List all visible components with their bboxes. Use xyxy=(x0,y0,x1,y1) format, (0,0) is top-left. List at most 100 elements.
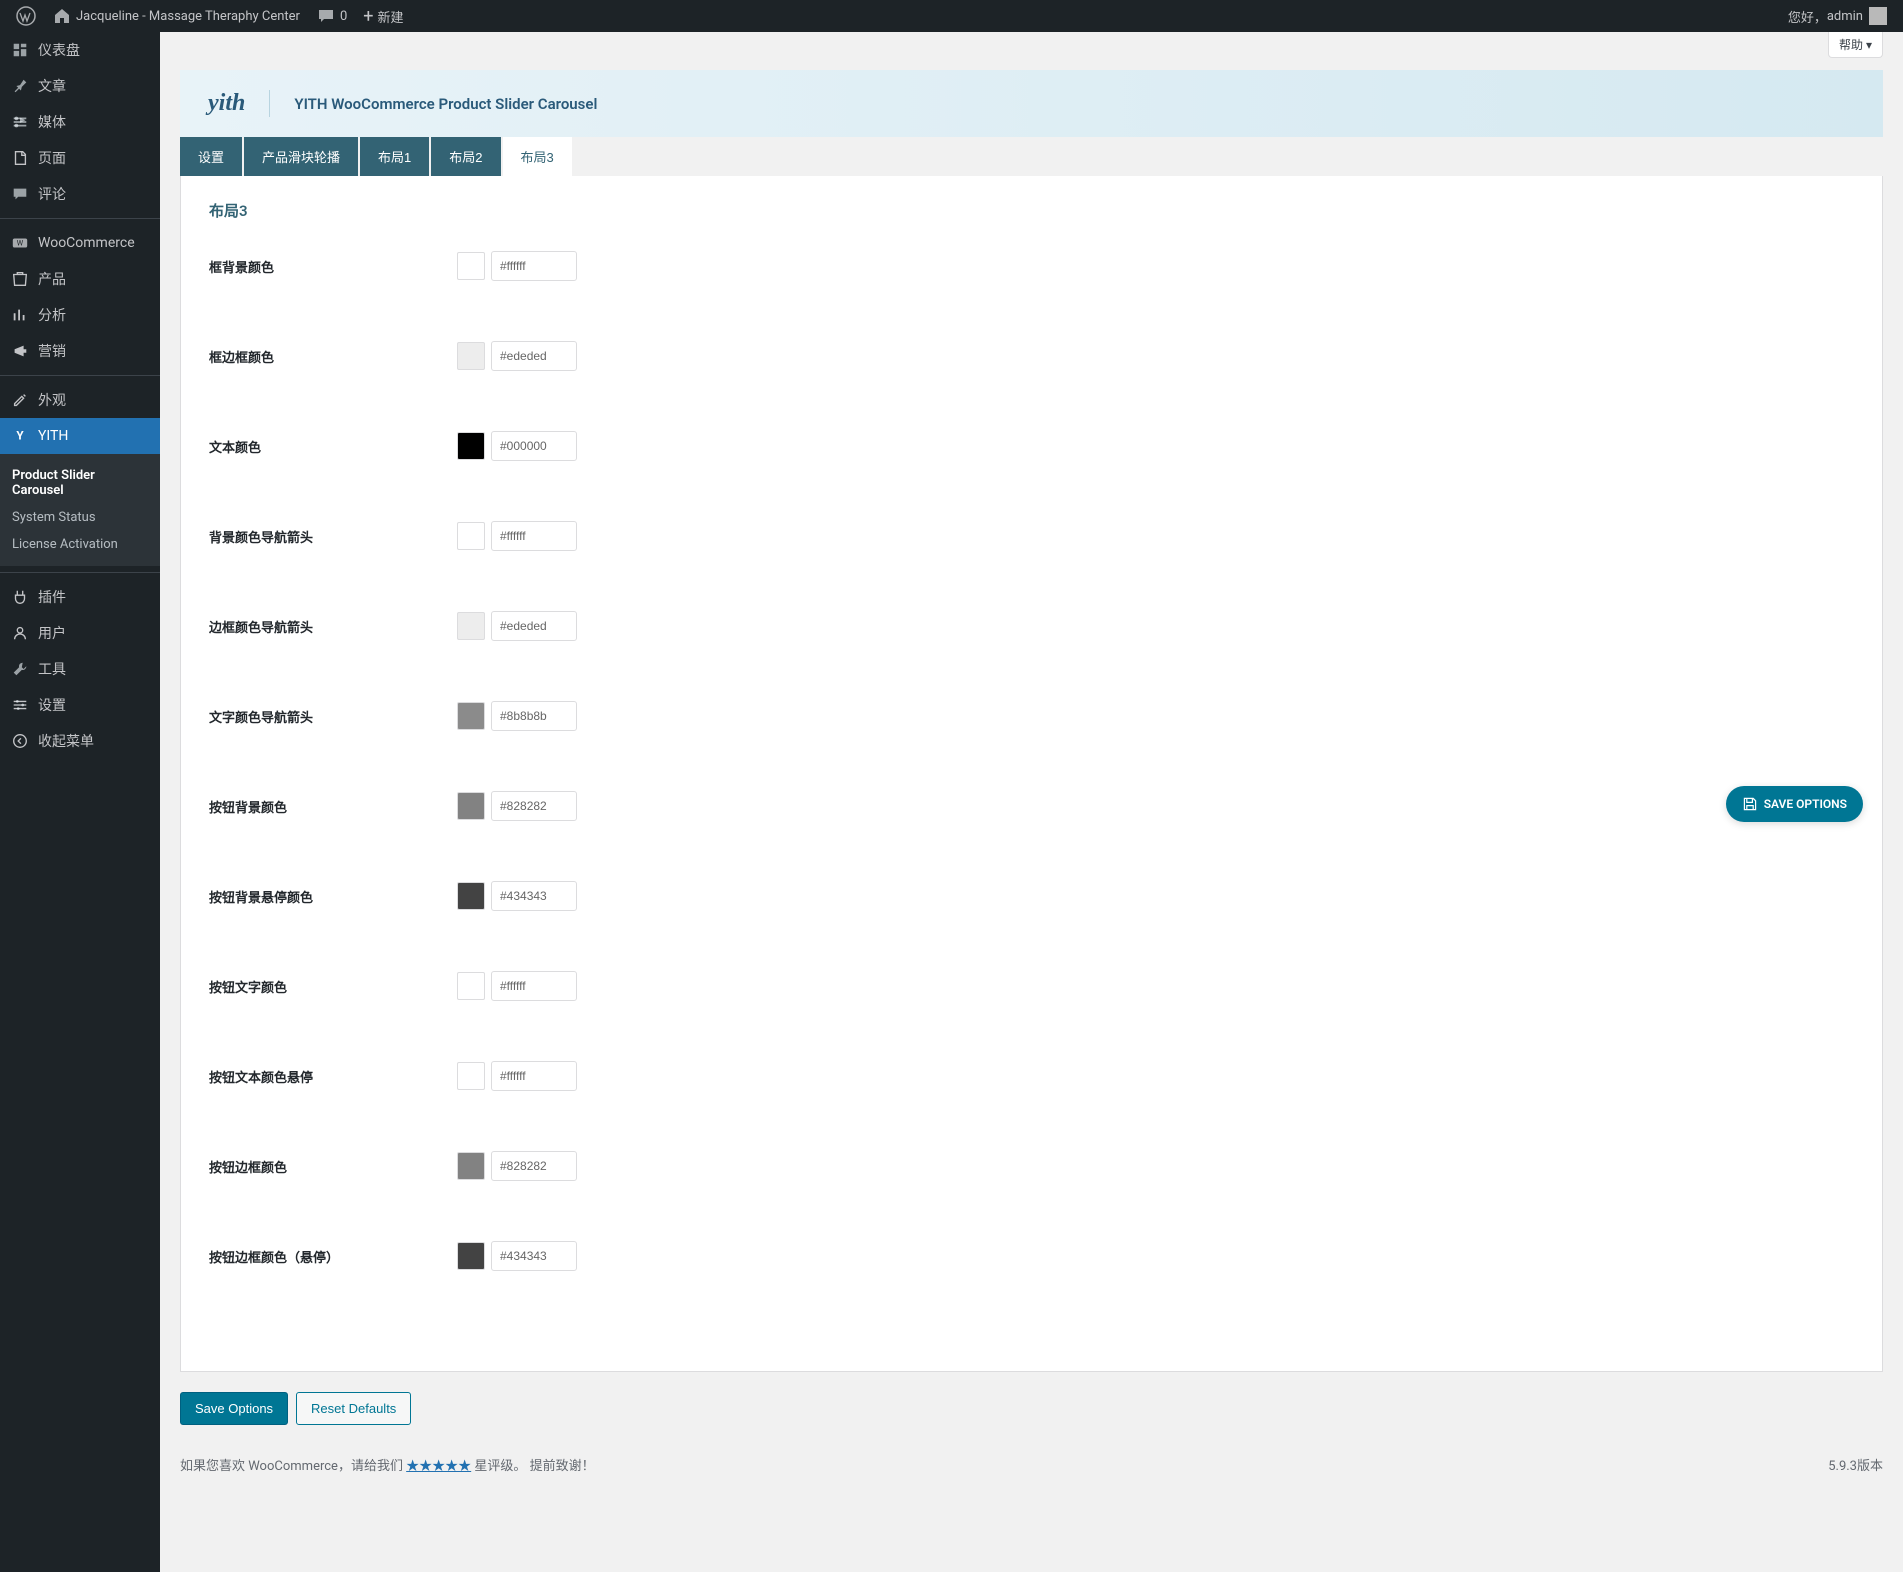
plugin-title: YITH WooCommerce Product Slider Carousel xyxy=(294,95,597,113)
color-swatch[interactable] xyxy=(457,702,485,730)
sidebar-item-media[interactable]: 媒体 xyxy=(0,104,160,140)
submenu-item[interactable]: Product Slider Carousel xyxy=(0,462,160,504)
field-row: 按钮边框颜色 xyxy=(209,1151,1854,1181)
tab-布局1[interactable]: 布局1 xyxy=(360,137,429,176)
rating-link[interactable]: ★★★★★ xyxy=(406,1459,471,1474)
sidebar-item-analytics[interactable]: 分析 xyxy=(0,297,160,333)
color-input[interactable] xyxy=(491,611,577,641)
color-input[interactable] xyxy=(491,251,577,281)
sidebar-item-label: 收起菜单 xyxy=(38,731,94,751)
color-swatch[interactable] xyxy=(457,252,485,280)
sidebar-item-label: WooCommerce xyxy=(38,235,135,251)
users-icon xyxy=(10,623,30,643)
sidebar-item-label: 用户 xyxy=(38,623,66,643)
color-swatch[interactable] xyxy=(457,882,485,910)
field-row: 文本颜色 xyxy=(209,431,1854,461)
dashboard-icon xyxy=(10,40,30,60)
field-label: 文本颜色 xyxy=(209,437,457,456)
field-row: 框背景颜色 xyxy=(209,251,1854,281)
home-icon xyxy=(52,6,72,26)
save-float-button[interactable]: SAVE OPTIONS xyxy=(1726,786,1863,822)
color-swatch[interactable] xyxy=(457,1242,485,1270)
field-label: 边框颜色导航箭头 xyxy=(209,617,457,636)
sidebar-item-page[interactable]: 页面 xyxy=(0,140,160,176)
submenu-item[interactable]: System Status xyxy=(0,504,160,531)
sidebar-item-label: 分析 xyxy=(38,305,66,325)
tab-设置[interactable]: 设置 xyxy=(180,137,242,176)
new-label: 新建 xyxy=(378,7,404,26)
sidebar-submenu: Product Slider CarouselSystem StatusLice… xyxy=(0,454,160,566)
sidebar-item-label: 评论 xyxy=(38,184,66,204)
footer: 如果您喜欢 WooCommerce，请给我们 ★★★★★ 星评级。 提前致谢！ … xyxy=(180,1455,1883,1474)
site-link[interactable]: Jacqueline - Massage Theraphy Center xyxy=(44,0,308,32)
color-input[interactable] xyxy=(491,431,577,461)
color-swatch[interactable] xyxy=(457,612,485,640)
yith-icon: Y xyxy=(10,426,30,446)
version: 5.9.3版本 xyxy=(1828,1455,1883,1474)
sidebar-item-yith[interactable]: Y YITH xyxy=(0,418,160,454)
color-input[interactable] xyxy=(491,1241,577,1271)
tools-icon xyxy=(10,659,30,679)
section-title: 布局3 xyxy=(209,200,1854,221)
sidebar-item-collapse[interactable]: 收起菜单 xyxy=(0,723,160,759)
color-swatch[interactable] xyxy=(457,1062,485,1090)
page-icon xyxy=(10,148,30,168)
color-input[interactable] xyxy=(491,1151,577,1181)
color-swatch[interactable] xyxy=(457,342,485,370)
tab-布局2[interactable]: 布局2 xyxy=(431,137,500,176)
color-input[interactable] xyxy=(491,1061,577,1091)
color-input[interactable] xyxy=(491,701,577,731)
product-icon xyxy=(10,269,30,289)
field-label: 背景颜色导航箭头 xyxy=(209,527,457,546)
sidebar-item-dashboard[interactable]: 仪表盘 xyxy=(0,32,160,68)
field-row: 文字颜色导航箭头 xyxy=(209,701,1854,731)
site-name: Jacqueline - Massage Theraphy Center xyxy=(76,9,300,24)
field-label: 按钮背景悬停颜色 xyxy=(209,887,457,906)
sidebar-item-plugins[interactable]: 插件 xyxy=(0,579,160,615)
sidebar-item-label: 插件 xyxy=(38,587,66,607)
sidebar-item-product[interactable]: 产品 xyxy=(0,261,160,297)
marketing-icon xyxy=(10,341,30,361)
color-swatch[interactable] xyxy=(457,432,485,460)
sidebar-item-marketing[interactable]: 营销 xyxy=(0,333,160,369)
sidebar-item-label: 产品 xyxy=(38,269,66,289)
help-tab[interactable]: 帮助 ▾ xyxy=(1828,32,1883,58)
wp-logo[interactable] xyxy=(8,0,44,32)
yith-logo: yith xyxy=(208,90,270,117)
footer-prefix: 如果您喜欢 WooCommerce，请给我们 xyxy=(180,1459,406,1474)
sidebar-item-woo[interactable]: W WooCommerce xyxy=(0,225,160,261)
footer-suffix: 星评级。 提前致谢！ xyxy=(474,1459,594,1474)
reset-button[interactable]: Reset Defaults xyxy=(296,1392,411,1425)
analytics-icon xyxy=(10,305,30,325)
sidebar-item-label: 媒体 xyxy=(38,112,66,132)
sidebar-item-appearance[interactable]: 外观 xyxy=(0,382,160,418)
color-input[interactable] xyxy=(491,881,577,911)
color-input[interactable] xyxy=(491,521,577,551)
new-link[interactable]: + 新建 xyxy=(355,0,411,32)
save-button[interactable]: Save Options xyxy=(180,1392,288,1425)
color-swatch[interactable] xyxy=(457,522,485,550)
field-label: 按钮文字颜色 xyxy=(209,977,457,996)
wordpress-icon xyxy=(16,6,36,26)
sidebar-item-comment[interactable]: 评论 xyxy=(0,176,160,212)
woo-icon: W xyxy=(10,233,30,253)
submenu-item[interactable]: License Activation xyxy=(0,531,160,558)
field-label: 按钮边框颜色 xyxy=(209,1157,457,1176)
pin-icon xyxy=(10,76,30,96)
color-swatch[interactable] xyxy=(457,1152,485,1180)
color-swatch[interactable] xyxy=(457,792,485,820)
sidebar-item-tools[interactable]: 工具 xyxy=(0,651,160,687)
admin-sidebar: 仪表盘 文章 媒体 页面 评论 W WooCommerce 产品 分析 xyxy=(0,32,160,1572)
tab-产品滑块轮播[interactable]: 产品滑块轮播 xyxy=(244,137,358,176)
user-menu[interactable]: 您好， admin xyxy=(1780,0,1895,32)
sidebar-item-pin[interactable]: 文章 xyxy=(0,68,160,104)
tab-布局3[interactable]: 布局3 xyxy=(503,137,572,176)
sidebar-item-settings[interactable]: 设置 xyxy=(0,687,160,723)
comment-icon xyxy=(316,6,336,26)
color-input[interactable] xyxy=(491,791,577,821)
color-input[interactable] xyxy=(491,341,577,371)
sidebar-item-users[interactable]: 用户 xyxy=(0,615,160,651)
comments-link[interactable]: 0 xyxy=(308,0,355,32)
color-input[interactable] xyxy=(491,971,577,1001)
color-swatch[interactable] xyxy=(457,972,485,1000)
